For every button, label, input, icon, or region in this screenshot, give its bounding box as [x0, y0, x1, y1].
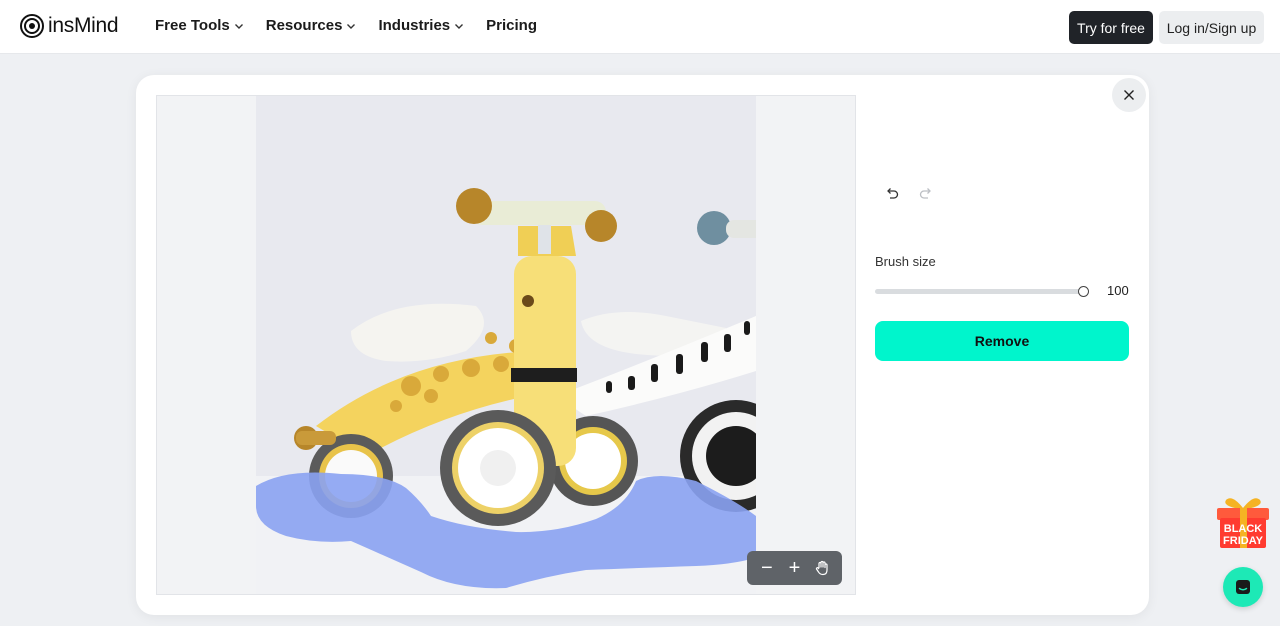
- brand-logo[interactable]: insMind: [20, 14, 119, 38]
- nav-pricing[interactable]: Pricing: [486, 17, 537, 34]
- hand-tool-button[interactable]: [811, 557, 833, 579]
- promo-line-2: FRIDAY: [1223, 535, 1264, 547]
- close-icon: [1124, 90, 1134, 100]
- nav-label: Free Tools: [155, 17, 230, 34]
- hand-icon: [816, 560, 828, 576]
- brand-name: insMind: [48, 14, 119, 37]
- nav-label: Resources: [265, 17, 343, 34]
- product-photo[interactable]: [256, 96, 756, 595]
- chat-button[interactable]: [1223, 567, 1263, 607]
- zoom-out-button[interactable]: −: [756, 557, 778, 579]
- nav-label: Pricing: [486, 17, 538, 34]
- brush-size-value: 100: [1107, 283, 1129, 298]
- zoom-in-button[interactable]: +: [783, 557, 805, 579]
- close-button[interactable]: [1112, 78, 1146, 112]
- zoom-controls: − +: [747, 551, 842, 585]
- redo-icon[interactable]: [918, 186, 934, 202]
- chat-icon: [1236, 580, 1250, 594]
- try-for-free-button[interactable]: Try for free: [1069, 11, 1153, 44]
- editor-canvas[interactable]: − +: [156, 95, 856, 595]
- nav-label: Industries: [378, 17, 451, 34]
- chevron-down-icon: [234, 23, 243, 29]
- nav-free-tools[interactable]: Free Tools: [155, 17, 244, 34]
- logo-icon: [20, 14, 44, 38]
- promo-line-1: BLACK: [1224, 523, 1263, 535]
- brush-size-slider[interactable]: [875, 286, 1089, 297]
- nav-industries[interactable]: Industries: [378, 17, 464, 34]
- undo-icon[interactable]: [884, 186, 900, 202]
- remove-button[interactable]: Remove: [875, 321, 1129, 361]
- chevron-down-icon: [347, 23, 356, 29]
- top-header: insMind Free Tools Resources Industries …: [0, 0, 1280, 54]
- main-nav: Free Tools Resources Industries Pricing: [155, 17, 537, 34]
- chevron-down-icon: [455, 23, 464, 29]
- slider-thumb[interactable]: [1078, 286, 1089, 297]
- brush-size-label: Brush size: [875, 254, 936, 269]
- object-remover-modal: − + Brush size 100 Remove: [136, 75, 1149, 615]
- nav-resources[interactable]: Resources: [266, 17, 357, 34]
- login-signup-button[interactable]: Log in/Sign up: [1159, 11, 1264, 44]
- black-friday-gift-icon[interactable]: BLACK FRIDAY: [1214, 494, 1272, 550]
